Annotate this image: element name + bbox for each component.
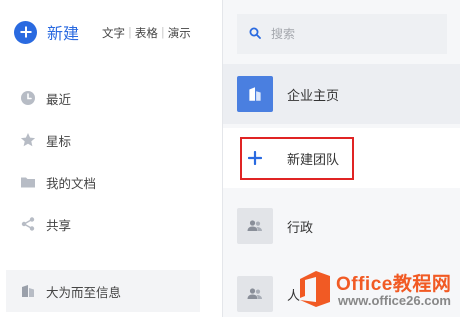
sidebar-item-label: 最近	[46, 91, 72, 107]
people-icon	[237, 276, 273, 312]
people-icon	[237, 208, 273, 244]
team-item-company-home[interactable]: 企业主页	[223, 64, 460, 124]
watermark: Office教程网 www.office26.com	[296, 265, 460, 317]
sidebar-item-label: 共享	[46, 217, 72, 233]
sidebar-item-label: 星标	[46, 133, 72, 149]
office-logo-icon	[296, 269, 332, 309]
search-box[interactable]	[237, 14, 447, 54]
organization-label: 大为而至信息	[46, 284, 122, 300]
clock-icon	[20, 90, 36, 106]
sidebar-item-label: 我的文档	[46, 175, 97, 191]
new-document-row: 新建	[14, 20, 79, 44]
share-icon	[20, 216, 36, 232]
sidebar-item-shared[interactable]: 共享	[20, 214, 71, 234]
new-sheet-link[interactable]: 表格	[135, 25, 158, 41]
team-item-label: 企业主页	[287, 88, 340, 104]
separator: |	[128, 25, 132, 39]
search-icon	[249, 27, 261, 42]
building-icon	[237, 76, 273, 112]
highlight-annotation	[240, 137, 354, 180]
new-slides-link[interactable]: 演示	[168, 25, 191, 41]
sidebar-item-my-docs[interactable]: 我的文档	[20, 172, 96, 192]
separator: |	[160, 25, 165, 39]
new-text-link[interactable]: 文字	[102, 25, 125, 41]
sidebar-item-recent[interactable]: 最近	[20, 88, 71, 108]
sidebar-item-starred[interactable]: 星标	[20, 130, 71, 150]
search-input[interactable]	[271, 27, 441, 41]
watermark-title: Office教程网	[336, 274, 452, 295]
new-plus-icon[interactable]	[14, 20, 37, 44]
organization-item[interactable]: 大为而至信息	[6, 270, 200, 312]
team-item-admin[interactable]: 行政	[223, 196, 460, 256]
star-icon	[20, 132, 36, 148]
team-item-label: 行政	[287, 220, 314, 236]
folder-icon	[20, 174, 36, 190]
new-type-links: 文字 | 表格 | 演示	[102, 25, 191, 41]
left-sidebar: 新建 文字 | 表格 | 演示 最近 星标 我的文档 共享 大为而至信息	[0, 0, 222, 317]
building-icon	[20, 283, 36, 299]
watermark-url: www.office26.com	[338, 293, 451, 308]
new-button[interactable]: 新建	[47, 20, 79, 44]
